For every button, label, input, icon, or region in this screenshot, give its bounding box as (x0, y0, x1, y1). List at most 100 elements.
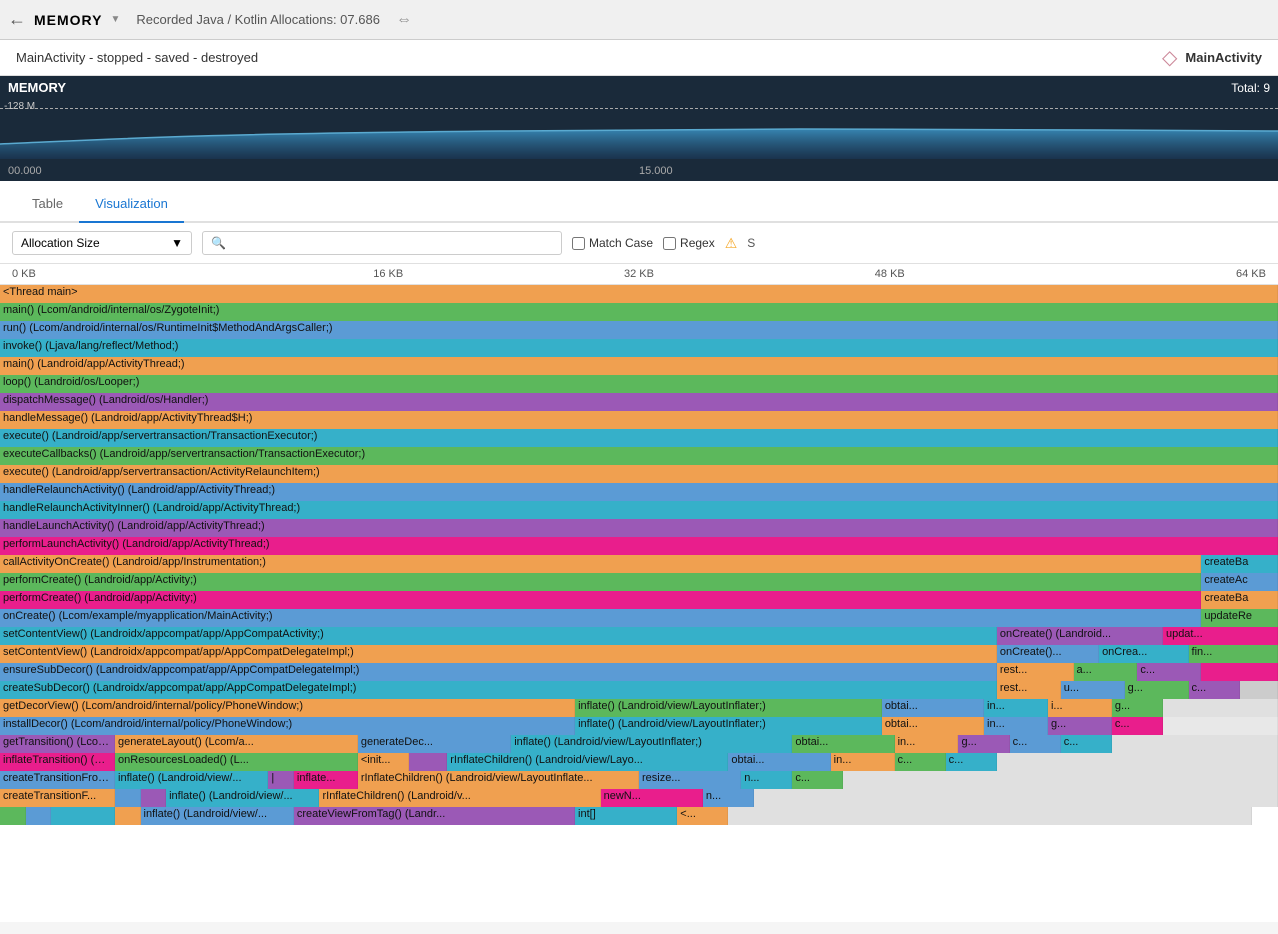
flame-cell-dispatch-msg[interactable]: dispatchMessage() (Landroid/os/Handler;) (0, 393, 1278, 411)
flame-cell-obtai1[interactable]: obtai... (882, 699, 984, 717)
flame-cell-inflatetransition[interactable]: inflateTransition() (Landroid... (0, 753, 115, 771)
flame-cell-thread-main[interactable]: <Thread main> (0, 285, 1278, 303)
flame-cell-inflate-view2[interactable]: inflate... (294, 771, 358, 789)
flame-cell-g2[interactable]: g... (1112, 699, 1163, 717)
flame-cell-c3[interactable]: c... (1112, 717, 1163, 735)
flame-cell-invoke-method[interactable]: invoke() (Ljava/lang/reflect/Method;) (0, 339, 1278, 357)
flame-cell-c1[interactable]: c... (1137, 663, 1201, 681)
flame-cell-execute-txn[interactable]: execute() (Landroid/app/servertransactio… (0, 429, 1278, 447)
dropdown-arrow[interactable]: ▼ (110, 14, 120, 25)
flame-cell-c4[interactable]: c... (1010, 735, 1061, 753)
flame-cell-fin2[interactable]: fin... (1189, 645, 1278, 663)
flame-cell-g3[interactable]: g... (1048, 717, 1112, 735)
flame-cell-g1[interactable]: g... (1125, 681, 1189, 699)
flame-cell-oncrea2[interactable]: onCrea... (1099, 645, 1188, 663)
flame-cell-rinflate3[interactable]: rInflateChildren() (Landroid/v... (319, 789, 600, 807)
flame-cell-main-actthread[interactable]: main() (Landroid/app/ActivityThread;) (0, 357, 1278, 375)
flame-cell-setcontent1[interactable]: setContentView() (Landroidx/appcompat/ap… (0, 627, 997, 645)
flame-cell-handle-launch[interactable]: handleLaunchActivity() (Landroid/app/Act… (0, 519, 1278, 537)
flame-cell-lt[interactable]: <... (677, 807, 728, 825)
flame-cell-generatedec[interactable]: generateDec... (358, 735, 511, 753)
search-input[interactable] (230, 236, 553, 250)
flame-cell-createba2[interactable]: createBa (1201, 591, 1278, 609)
flame-cell-in1[interactable]: in... (984, 699, 1048, 717)
flame-cell-sm2[interactable] (26, 807, 52, 825)
flame-cell-createtransitionfromxml[interactable]: createTransitionFromXml(... (0, 771, 115, 789)
flame-cell-c6[interactable]: c... (895, 753, 946, 771)
flame-cell-call-oncreate[interactable]: callActivityOnCreate() (Landroid/app/Ins… (0, 555, 1201, 573)
flame-cell-rinflatechildren2[interactable]: rInflateChildren() (Landroid/view/Layout… (358, 771, 639, 789)
flame-cell-ensure-relaunch[interactable]: handleRelaunchActivityInner() (Landroid/… (0, 501, 1278, 519)
match-case-checkbox[interactable] (572, 237, 585, 250)
flame-cell-getdecorview[interactable]: getDecorView() (Lcom/android/internal/po… (0, 699, 575, 717)
flame-cell-inflate3[interactable]: inflate() (Landroid/view/LayoutInflater;… (511, 735, 792, 753)
fit-icon[interactable]: ⇔ (396, 11, 412, 29)
flame-cell-oncreate-land1[interactable]: onCreate() (Landroid... (997, 627, 1163, 645)
flame-cell-newN[interactable]: newN... (601, 789, 703, 807)
flame-cell-obtai2[interactable]: obtai... (882, 717, 984, 735)
flame-cell-sm4[interactable] (115, 807, 141, 825)
flame-cell-rest2[interactable]: rest... (997, 681, 1061, 699)
flame-cell-inflate-view4[interactable]: inflate() (Landroid/view/... (141, 807, 294, 825)
flame-cell-sm3[interactable] (51, 807, 115, 825)
flame-cell-n1[interactable]: n... (741, 771, 792, 789)
flame-cell-inflate2[interactable]: inflate() (Landroid/view/LayoutInflater;… (575, 717, 882, 735)
flame-cell-in4[interactable]: in... (831, 753, 895, 771)
flame-cell-execute-relaunch[interactable]: execute() (Landroid/app/servertransactio… (0, 465, 1278, 483)
flame-cell-in2[interactable]: in... (984, 717, 1048, 735)
flame-cell-purple-box[interactable] (409, 753, 447, 771)
flame-cell-resize[interactable]: resize... (639, 771, 741, 789)
flame-cell-main-zygote[interactable]: main() (Lcom/android/internal/os/ZygoteI… (0, 303, 1278, 321)
flame-cell-obtai4[interactable]: obtai... (728, 753, 830, 771)
tab-table[interactable]: Table (16, 186, 79, 223)
tab-visualization[interactable]: Visualization (79, 186, 184, 223)
flame-cell-ensure-subdecor[interactable]: ensureSubDecor() (Landroidx/appcompat/ap… (0, 663, 997, 681)
flame-cell-in3[interactable]: in... (895, 735, 959, 753)
flame-cell-rinflatechildren1[interactable]: rInflateChildren() (Landroid/view/Layo..… (447, 753, 728, 771)
flame-cell-inflate-view1[interactable]: inflate() (Landroid/view/... (115, 771, 268, 789)
flame-cell-perform-create1[interactable]: performCreate() (Landroid/app/Activity;) (0, 573, 1201, 591)
flame-cell-create-subdecor[interactable]: createSubDecor() (Landroidx/appcompat/ap… (0, 681, 997, 699)
flame-cell-generatelayout[interactable]: generateLayout() (Lcom/a... (115, 735, 358, 753)
flame-cell-i1[interactable]: i... (1048, 699, 1112, 717)
flame-cell-createtransitionf[interactable]: createTransitionF... (0, 789, 115, 807)
flame-cell-c7[interactable]: c... (946, 753, 997, 771)
flame-cell-g4[interactable]: g... (958, 735, 1009, 753)
visualization-area[interactable]: <Thread main> main() (Lcom/android/inter… (0, 285, 1278, 922)
flame-cell-oncreate2[interactable]: onCreate()... (997, 645, 1099, 663)
allocation-size-dropdown[interactable]: Allocation Size ▼ (12, 231, 192, 255)
flame-cell-init[interactable]: <init... (358, 753, 409, 771)
flame-cell-u1[interactable]: u... (1061, 681, 1125, 699)
regex-checkbox[interactable] (663, 237, 676, 250)
flame-cell-createba1[interactable]: createBa (1201, 555, 1278, 573)
flame-cell-c2[interactable]: c... (1189, 681, 1240, 699)
flame-cell-int-arr[interactable]: int[] (575, 807, 677, 825)
flame-cell-createviewfromtag1[interactable]: createViewFromTag() (Landr... (294, 807, 575, 825)
flame-cell-inflate1[interactable]: inflate() (Landroid/view/LayoutInflater;… (575, 699, 882, 717)
flame-cell-c8[interactable]: c... (792, 771, 843, 789)
flame-cell-gettransition[interactable]: getTransition() (Lcom/andr... (0, 735, 115, 753)
flame-cell-small1[interactable] (115, 789, 141, 807)
flame-cell-oncreate-main[interactable]: onCreate() (Lcom/example/myapplication/M… (0, 609, 1201, 627)
flame-cell-loop-looper[interactable]: loop() (Landroid/os/Looper;) (0, 375, 1278, 393)
flame-cell-updat1[interactable]: updat... (1163, 627, 1278, 645)
flame-cell-inflate-view3[interactable]: inflate() (Landroid/view/... (166, 789, 319, 807)
flame-cell-a1[interactable]: a... (1074, 663, 1138, 681)
flame-cell-obtai3[interactable]: obtai... (792, 735, 894, 753)
flame-cell-perform-launch[interactable]: performLaunchActivity() (Landroid/app/Ac… (0, 537, 1278, 555)
flame-cell-c5[interactable]: c... (1061, 735, 1112, 753)
flame-cell-execute-cbs[interactable]: executeCallbacks() (Landroid/app/servert… (0, 447, 1278, 465)
flame-cell-bars1[interactable]: | (268, 771, 294, 789)
flame-cell-updater1[interactable]: updateRe (1201, 609, 1278, 627)
flame-cell-handle-relaunch[interactable]: handleRelaunchActivity() (Landroid/app/A… (0, 483, 1278, 501)
flame-cell-handle-msg[interactable]: handleMessage() (Landroid/app/ActivityTh… (0, 411, 1278, 429)
flame-cell-n2[interactable]: n... (703, 789, 754, 807)
flame-cell-setcontent2[interactable]: setContentView() (Landroidx/appcompat/ap… (0, 645, 997, 663)
flame-cell-createac1[interactable]: createAc (1201, 573, 1278, 591)
flame-cell-sm1[interactable] (0, 807, 26, 825)
flame-cell-small2[interactable] (141, 789, 167, 807)
flame-cell-run-runtime[interactable]: run() (Lcom/android/internal/os/RuntimeI… (0, 321, 1278, 339)
flame-cell-onresourcesloaded[interactable]: onResourcesLoaded() (L... (115, 753, 358, 771)
flame-cell-install-decor[interactable]: installDecor() (Lcom/android/internal/po… (0, 717, 575, 735)
flame-cell-rest1[interactable]: rest... (997, 663, 1074, 681)
